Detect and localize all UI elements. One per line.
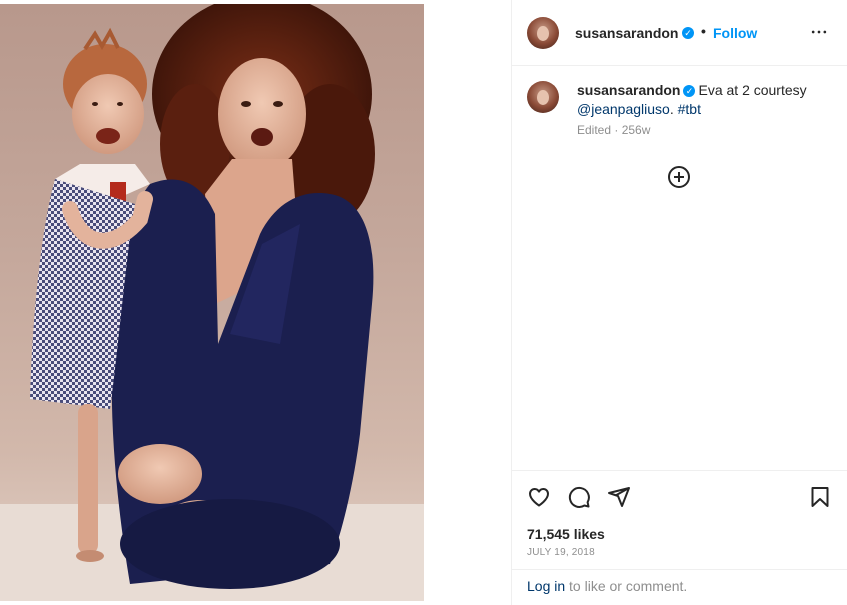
- follow-button[interactable]: Follow: [713, 25, 757, 41]
- post-side-panel: susansarandon ✓ • Follow susansarandon ✓ E…: [511, 0, 847, 605]
- caption-avatar[interactable]: [527, 81, 559, 113]
- share-icon[interactable]: [607, 485, 631, 509]
- login-link[interactable]: Log in: [527, 578, 565, 594]
- post-actions: 71,545 likes JULY 19, 2018 Log in to lik…: [512, 470, 847, 605]
- add-comment-icon[interactable]: [667, 165, 691, 189]
- like-count[interactable]: 71,545 likes: [527, 526, 605, 542]
- post-header: susansarandon ✓ • Follow: [512, 0, 847, 66]
- caption-text-part2: .: [669, 101, 678, 117]
- caption-text-part1: Eva at 2 courtesy: [698, 82, 807, 98]
- caption-text: susansarandon ✓ Eva at 2 courtesy @jeanpag…: [577, 81, 837, 119]
- heart-icon[interactable]: [527, 485, 551, 509]
- login-prompt-suffix: to like or comment.: [565, 578, 688, 594]
- post-date: JULY 19, 2018: [527, 547, 595, 558]
- post-photo[interactable]: [0, 4, 424, 601]
- instagram-post: susansarandon ✓ • Follow susansarandon ✓ E…: [0, 0, 847, 605]
- author-avatar[interactable]: [527, 17, 559, 49]
- bookmark-icon[interactable]: [808, 485, 832, 509]
- caption-mention-link[interactable]: @jeanpagliuso: [577, 101, 670, 117]
- photo-illustration: [0, 4, 424, 601]
- login-prompt-row: Log in to like or comment.: [512, 569, 847, 605]
- post-photo-area: [0, 0, 511, 605]
- caption-username[interactable]: susansarandon: [577, 82, 680, 98]
- more-options-icon[interactable]: [809, 22, 829, 42]
- header-separator: •: [701, 23, 706, 39]
- login-prompt: Log in to like or comment.: [527, 578, 687, 594]
- caption-meta: Edited · 256w: [577, 123, 651, 137]
- author-username[interactable]: susansarandon: [575, 25, 678, 41]
- verified-badge-icon: ✓: [682, 27, 694, 39]
- caption-hashtag-link[interactable]: #tbt: [678, 101, 701, 117]
- comment-icon[interactable]: [567, 485, 591, 509]
- caption-verified-badge-icon: ✓: [683, 85, 696, 97]
